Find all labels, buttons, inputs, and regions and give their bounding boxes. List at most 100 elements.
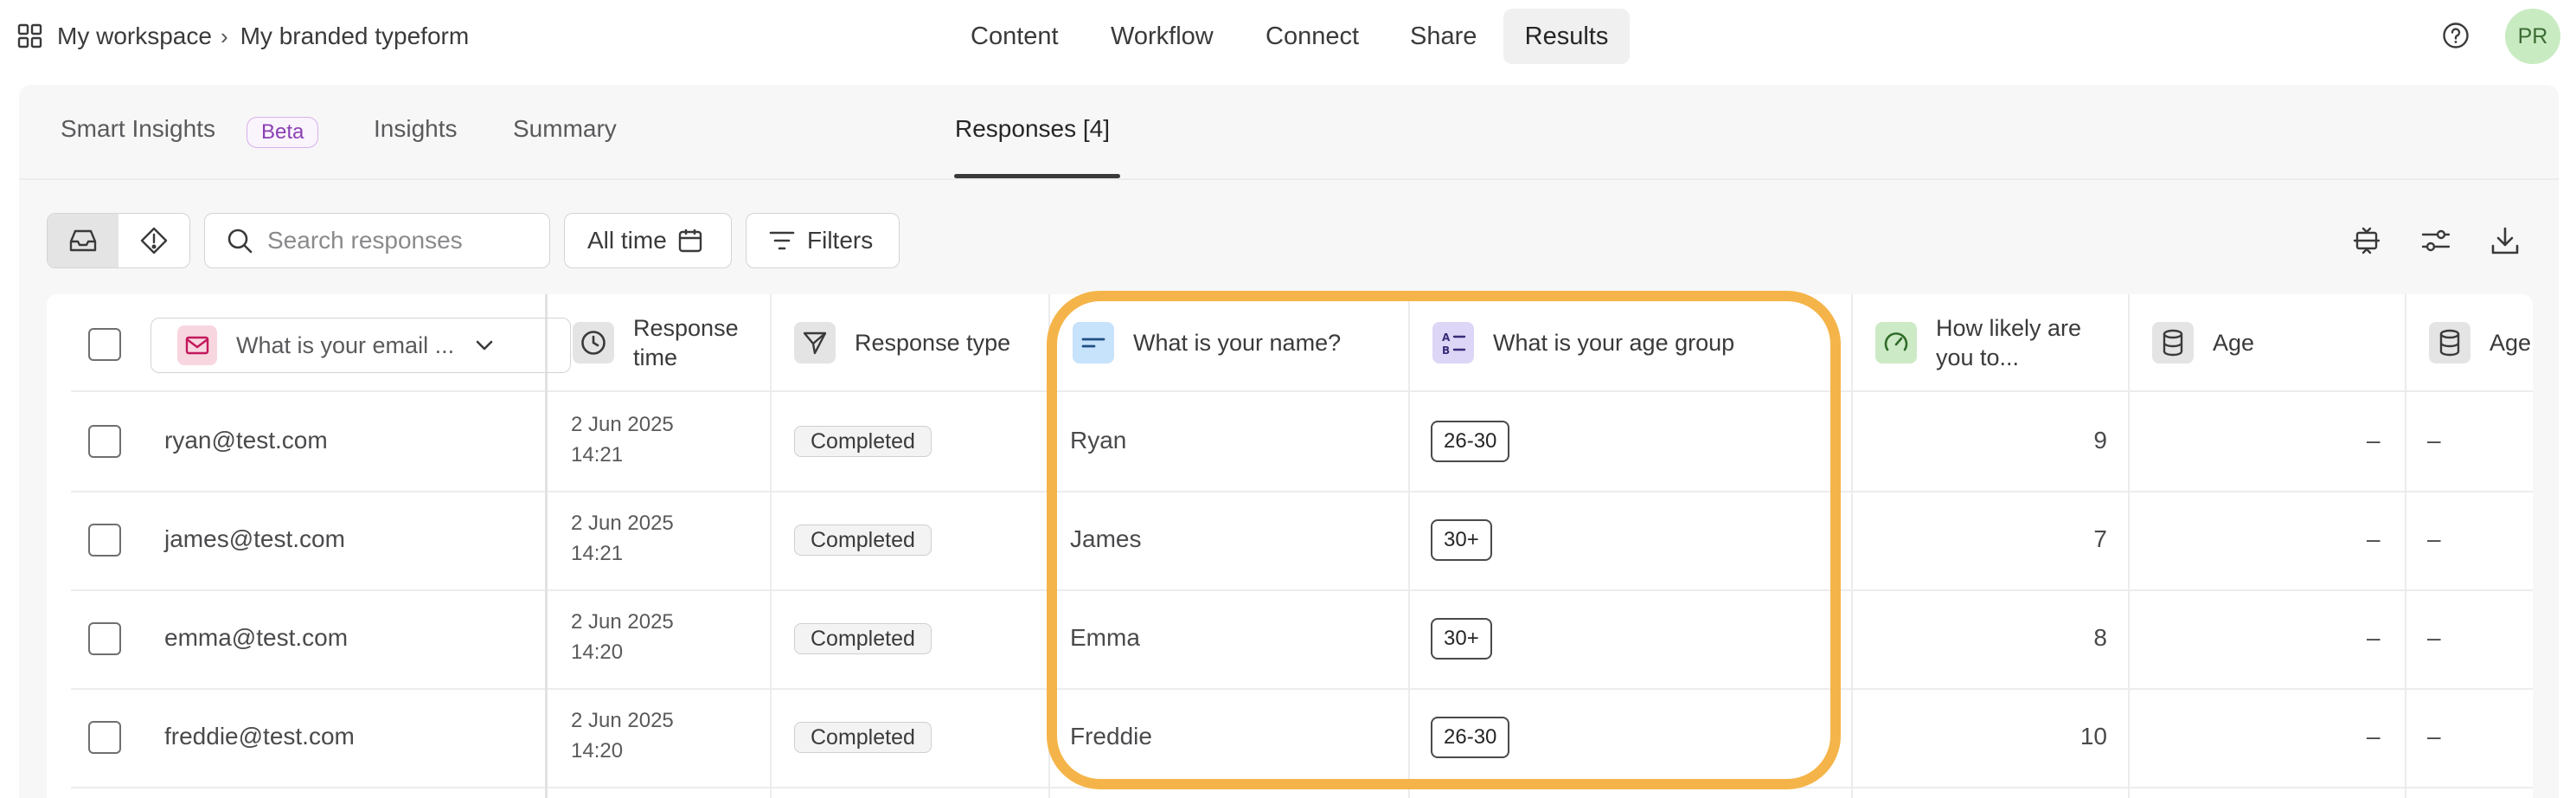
nav-content[interactable]: Content	[971, 9, 1059, 64]
nav-connect-label: Connect	[1266, 22, 1360, 50]
status-badge: Completed	[794, 426, 932, 457]
row-height-icon	[2353, 227, 2381, 254]
breadcrumb: My workspace › My branded typeform	[17, 0, 469, 73]
nav-connect[interactable]: Connect	[1266, 9, 1359, 64]
cell-age-2: –	[2427, 427, 2441, 454]
tab-summary[interactable]: Summary	[513, 115, 617, 143]
row-divider	[71, 688, 2533, 690]
cell-name: Freddie	[1070, 723, 1152, 750]
date-text: 2 Jun 2025	[571, 512, 674, 535]
status-badge: Completed	[794, 722, 932, 753]
breadcrumb-form[interactable]: My branded typeform	[240, 23, 470, 50]
row-height-button[interactable]	[2349, 223, 2384, 258]
date-text: 2 Jun 2025	[571, 709, 674, 732]
inbox-icon	[69, 229, 97, 252]
cell-likely: 8	[2093, 624, 2107, 651]
filters-label: Filters	[807, 227, 874, 254]
age-column-label: Age	[2213, 330, 2255, 356]
inbox-view-button[interactable]	[48, 214, 119, 267]
column-divider	[1851, 294, 1853, 798]
clock-icon	[573, 322, 614, 364]
tabs-divider	[19, 178, 2559, 180]
nav-share[interactable]: Share	[1410, 9, 1477, 64]
download-button[interactable]	[2488, 223, 2522, 258]
tab-responses[interactable]: Responses [4]	[955, 115, 1110, 143]
nav-results-label: Results	[1524, 22, 1609, 50]
beta-badge-label: Beta	[261, 120, 304, 144]
sliders-icon	[2421, 229, 2451, 252]
responses-table: What is your email ... Response time Res…	[47, 294, 2533, 798]
tab-insights[interactable]: Insights	[374, 115, 458, 143]
column-divider	[2128, 294, 2130, 798]
column-header-likely[interactable]: How likely are you to...	[1875, 313, 2092, 372]
beta-badge: Beta	[247, 117, 319, 148]
multiple-choice-icon: AB	[1432, 322, 1474, 364]
flagged-view-button[interactable]	[119, 214, 189, 267]
database-icon	[2152, 322, 2194, 364]
status-badge: Completed	[794, 623, 932, 654]
cell-response-date: 2 Jun 2025 14:20	[571, 705, 674, 766]
cell-age: –	[2367, 723, 2381, 750]
calendar-icon	[678, 229, 702, 253]
tab-smart-insights[interactable]: Smart Insights	[61, 115, 215, 143]
cell-age-2: –	[2427, 723, 2441, 750]
column-header-response-type[interactable]: Response type	[794, 322, 1010, 364]
cell-name: James	[1070, 525, 1142, 552]
table-settings-button[interactable]	[2419, 223, 2453, 258]
search-icon	[227, 228, 253, 254]
column-header-response-time[interactable]: Response time	[573, 313, 759, 372]
row-checkbox[interactable]	[88, 622, 121, 655]
date-text: 2 Jun 2025	[571, 610, 674, 634]
cell-age: –	[2367, 427, 2381, 454]
column-divider	[2405, 294, 2406, 798]
row-divider	[71, 589, 2533, 591]
row-checkbox[interactable]	[88, 721, 121, 754]
avatar-initials: PR	[2517, 23, 2548, 48]
cell-email: ryan@test.com	[164, 427, 328, 454]
column-header-name[interactable]: What is your name?	[1073, 322, 1341, 364]
cell-name: Ryan	[1070, 427, 1127, 454]
nav-workflow-label: Workflow	[1111, 22, 1214, 50]
cell-age: –	[2367, 624, 2381, 651]
cell-age-2: –	[2427, 525, 2441, 552]
column-header-age-group[interactable]: AB What is your age group	[1432, 322, 1734, 364]
age-2-column-label: Age	[2489, 330, 2532, 356]
alert-diamond-icon	[140, 227, 168, 254]
nav-results[interactable]: Results	[1503, 9, 1630, 64]
column-header-age-2[interactable]: Age	[2429, 322, 2531, 364]
cell-response-date: 2 Jun 2025 14:21	[571, 508, 674, 569]
cell-likely: 9	[2093, 427, 2107, 454]
cell-response-date: 2 Jun 2025 14:21	[571, 409, 674, 470]
select-all-checkbox[interactable]	[88, 328, 121, 361]
row-checkbox[interactable]	[88, 425, 121, 458]
svg-text:B: B	[1442, 344, 1450, 357]
tab-summary-label: Summary	[513, 115, 617, 142]
avatar[interactable]: PR	[2505, 9, 2560, 64]
nav-workflow[interactable]: Workflow	[1111, 9, 1214, 64]
email-column-selector[interactable]: What is your email ...	[151, 318, 571, 373]
chevron-right-icon: ›	[220, 23, 228, 49]
search-input[interactable]: Search responses	[204, 213, 550, 268]
column-divider	[1408, 294, 1410, 798]
column-divider	[770, 294, 772, 798]
tab-responses-label: Responses [4]	[955, 115, 1110, 142]
filters-button[interactable]: Filters	[746, 213, 900, 268]
name-column-label: What is your name?	[1133, 330, 1342, 356]
help-icon[interactable]	[2442, 22, 2470, 49]
column-header-age[interactable]: Age	[2152, 322, 2254, 364]
gauge-icon	[1875, 322, 1917, 364]
cell-age: –	[2367, 525, 2381, 552]
top-bar: My workspace › My branded typeform Conte…	[0, 0, 2576, 73]
tab-smart-insights-label: Smart Insights	[61, 115, 215, 142]
chevron-down-icon	[476, 340, 493, 351]
tab-insights-label: Insights	[374, 115, 458, 142]
apps-grid-icon[interactable]	[17, 23, 43, 49]
email-column-label: What is your email ...	[236, 331, 455, 358]
email-icon	[177, 325, 217, 365]
time-filter-button[interactable]: All time	[564, 213, 732, 268]
response-type-label: Response type	[855, 330, 1011, 356]
cell-age-2: –	[2427, 624, 2441, 651]
breadcrumb-workspace[interactable]: My workspace	[57, 23, 212, 50]
row-checkbox[interactable]	[88, 524, 121, 557]
time-text: 14:21	[571, 443, 624, 467]
